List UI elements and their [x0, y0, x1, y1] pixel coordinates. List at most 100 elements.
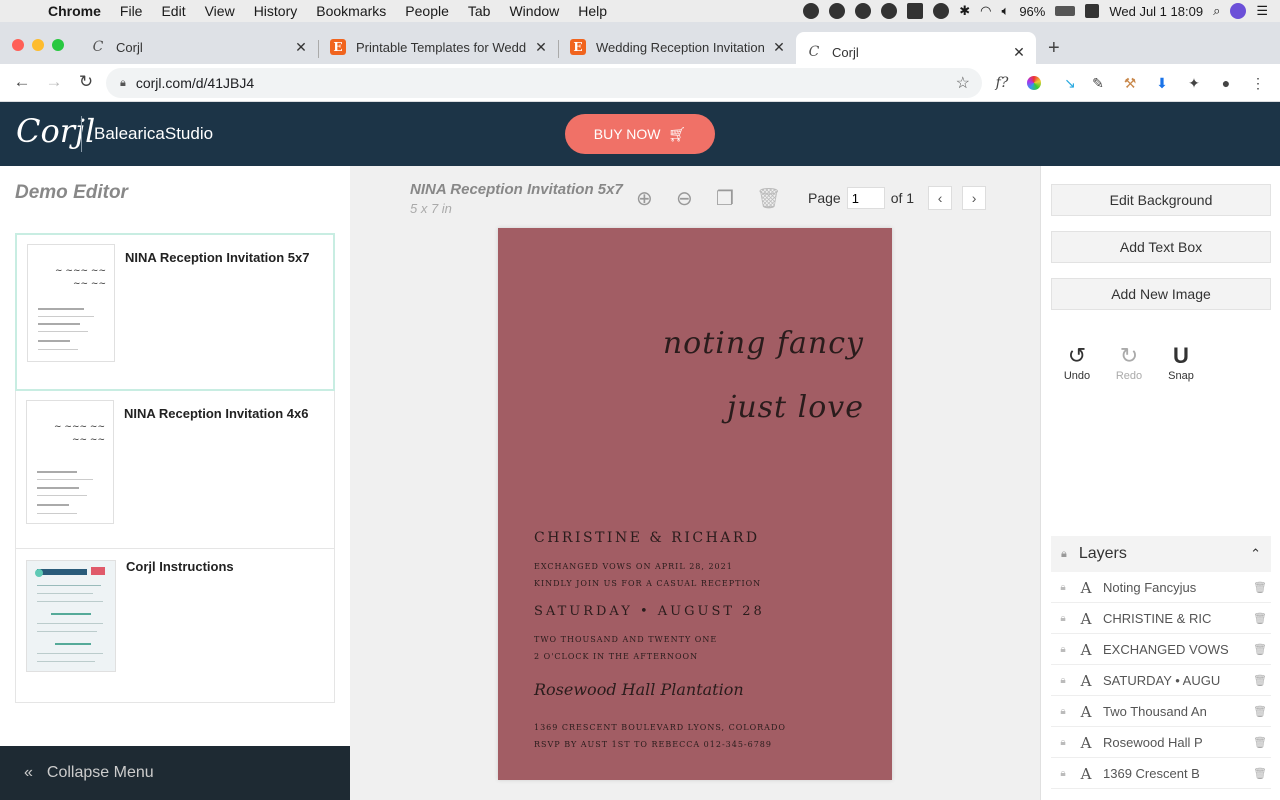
menu-view[interactable]: View	[205, 3, 235, 19]
buy-now-button[interactable]: BUY NOW 🛒︎	[565, 114, 715, 154]
add-new-image-button[interactable]: Add New Image	[1051, 278, 1271, 310]
lock-icon[interactable]: 🔒︎	[1061, 548, 1067, 561]
new-tab-button[interactable]: +	[1048, 37, 1060, 60]
layer-item[interactable]: 🔒︎ A CHRISTINE & RIC 🗑︎	[1051, 604, 1271, 634]
bookmark-star-icon[interactable]: ☆	[956, 73, 970, 93]
siri-icon[interactable]	[1230, 3, 1247, 19]
menu-history[interactable]: History	[254, 3, 298, 19]
chrome-menu-icon[interactable]: ⋮	[1249, 74, 1267, 92]
menu-window[interactable]: Window	[509, 3, 559, 19]
extensions-puzzle-icon[interactable]: ✦	[1185, 74, 1203, 92]
clock[interactable]: Wed Jul 1 18:09	[1109, 4, 1203, 19]
bluetooth-icon[interactable]: ✱	[959, 3, 970, 19]
shield-icon[interactable]	[907, 3, 924, 19]
event-date[interactable]: SATURDAY • AUGUST 28	[534, 604, 765, 619]
trash-icon[interactable]: 🗑︎	[1249, 705, 1271, 718]
template-item[interactable]: ~ ~~~ ~~ ~~ ~~ NINA Reception Invitation …	[15, 391, 335, 549]
lock-icon[interactable]: 🔒︎	[120, 77, 126, 90]
screen-record-icon[interactable]	[803, 3, 820, 19]
battery-percent[interactable]: 96%	[1019, 4, 1045, 19]
template-item[interactable]: ~ ~~~ ~~ ~~ ~~ NINA Reception Invitation …	[15, 233, 335, 391]
forward-icon[interactable]: →	[44, 72, 64, 92]
script-text-line-2[interactable]: just love	[727, 390, 864, 425]
battery-icon[interactable]	[1055, 6, 1076, 16]
zoom-out-icon[interactable]: ⊖	[676, 186, 693, 211]
layer-item[interactable]: 🔒︎ A Rosewood Hall P 🗑︎	[1051, 728, 1271, 758]
script-text-line-1[interactable]: noting fancy	[663, 326, 864, 361]
zoom-in-icon[interactable]: ⊕	[636, 186, 653, 211]
chevron-up-icon[interactable]: ⌃	[1250, 546, 1261, 562]
snap-button[interactable]: U Snap	[1163, 342, 1199, 382]
trash-icon[interactable]: 🗑︎	[1249, 674, 1271, 687]
delete-icon[interactable]: 🗑︎	[756, 186, 781, 211]
cloud-icon[interactable]	[881, 3, 898, 19]
next-page-button[interactable]: ›	[962, 186, 987, 210]
address-line[interactable]: 1369 CRESCENT BOULEVARD LYONS, COLORADO	[534, 723, 786, 732]
eyedropper-extension-icon[interactable]: ✎	[1089, 74, 1107, 92]
layer-item[interactable]: 🔒︎ A Two Thousand An 🗑︎	[1051, 697, 1271, 727]
lock-icon[interactable]: 🔒︎	[1053, 768, 1073, 779]
back-icon[interactable]: ←	[12, 72, 32, 92]
volume-icon[interactable]: 🔈︎	[1002, 3, 1010, 19]
download-extension-icon[interactable]: ⬇	[1153, 74, 1171, 92]
lock-icon[interactable]: 🔒︎	[1053, 582, 1073, 593]
add-text-box-button[interactable]: Add Text Box	[1051, 231, 1271, 263]
menu-bookmarks[interactable]: Bookmarks	[316, 3, 386, 19]
menu-file[interactable]: File	[120, 3, 143, 19]
layer-item[interactable]: 🔒︎ A SATURDAY • AUGU 🗑︎	[1051, 666, 1271, 696]
close-icon[interactable]: ✕	[772, 39, 786, 56]
close-window-button[interactable]	[12, 39, 24, 51]
control-center-icon[interactable]: ☰	[1256, 3, 1268, 19]
zoom-window-button[interactable]	[52, 39, 64, 51]
lock-icon[interactable]: 🔒︎	[1053, 737, 1073, 748]
creative-cloud-icon[interactable]	[933, 3, 950, 19]
hammer-extension-icon[interactable]: ⚒	[1121, 74, 1139, 92]
invitation-canvas[interactable]: noting fancy just love CHRISTINE & RICHA…	[498, 228, 892, 780]
prev-page-button[interactable]: ‹	[928, 186, 953, 210]
layer-item[interactable]: 🔒︎ A 1369 Crescent B 🗑︎	[1051, 759, 1271, 789]
info-icon[interactable]	[855, 3, 872, 19]
couple-names[interactable]: CHRISTINE & RICHARD	[534, 530, 760, 546]
close-icon[interactable]: ✕	[1012, 44, 1026, 61]
venue-script[interactable]: Rosewood Hall Plantation	[534, 680, 744, 699]
menu-app-name[interactable]: Chrome	[48, 3, 101, 19]
tab-corjl-1[interactable]: C Corjl ✕	[80, 32, 318, 62]
layer-item[interactable]: 🔒︎ A EXCHANGED VOWS 🗑︎	[1051, 635, 1271, 665]
spotlight-icon[interactable]: ⌕	[1213, 3, 1220, 19]
tab-etsy-invitation[interactable]: E Wedding Reception Invitation E ✕	[560, 32, 796, 62]
menu-tab[interactable]: Tab	[468, 3, 491, 19]
lock-icon[interactable]: 🔒︎	[1053, 675, 1073, 686]
corjl-logo[interactable]: Corjl	[16, 112, 95, 150]
time-line[interactable]: 2 O'CLOCK IN THE AFTERNOON	[534, 652, 698, 661]
duplicate-icon[interactable]: ❐	[716, 186, 734, 211]
tab-etsy-templates[interactable]: E Printable Templates for Weddin ✕	[320, 32, 558, 62]
url-text[interactable]: corjl.com/d/41JBJ4	[136, 75, 254, 91]
trash-icon[interactable]: 🗑︎	[1249, 767, 1271, 780]
layers-header[interactable]: 🔒︎ Layers ⌃	[1051, 536, 1271, 572]
vows-line[interactable]: EXCHANGED VOWS ON APRIL 28, 2021	[534, 562, 733, 571]
page-number-input[interactable]	[846, 187, 885, 209]
menu-help[interactable]: Help	[578, 3, 607, 19]
close-icon[interactable]: ✕	[294, 39, 308, 56]
trash-icon[interactable]: 🗑︎	[1249, 643, 1271, 656]
menu-edit[interactable]: Edit	[161, 3, 185, 19]
font-identifier-extension-icon[interactable]: f?	[993, 74, 1011, 92]
arrow-extension-icon[interactable]: ↘	[1061, 74, 1079, 92]
minimize-window-button[interactable]	[32, 39, 44, 51]
address-bar[interactable]: 🔒︎ corjl.com/d/41JBJ4 ☆	[106, 68, 982, 98]
telegram-icon[interactable]	[829, 3, 846, 19]
trash-icon[interactable]: 🗑︎	[1249, 581, 1271, 594]
profile-avatar-icon[interactable]: ●	[1217, 74, 1235, 92]
wifi-icon[interactable]: ◠	[980, 3, 991, 19]
edit-background-button[interactable]: Edit Background	[1051, 184, 1271, 216]
trash-icon[interactable]: 🗑︎	[1249, 612, 1271, 625]
undo-button[interactable]: ↺ Undo	[1059, 342, 1095, 382]
layer-item[interactable]: 🔒︎ A Noting Fancyjus 🗑︎	[1051, 573, 1271, 603]
color-wheel-extension-icon[interactable]	[1025, 74, 1043, 92]
trash-icon[interactable]: 🗑︎	[1249, 736, 1271, 749]
rsvp-line[interactable]: RSVP BY AUST 1ST TO REBECCA 012-345-6789	[534, 740, 772, 749]
lock-icon[interactable]: 🔒︎	[1053, 613, 1073, 624]
menu-people[interactable]: People	[405, 3, 449, 19]
year-line[interactable]: TWO THOUSAND AND TWENTY ONE	[534, 635, 717, 644]
reload-icon[interactable]: ↻	[76, 72, 96, 92]
